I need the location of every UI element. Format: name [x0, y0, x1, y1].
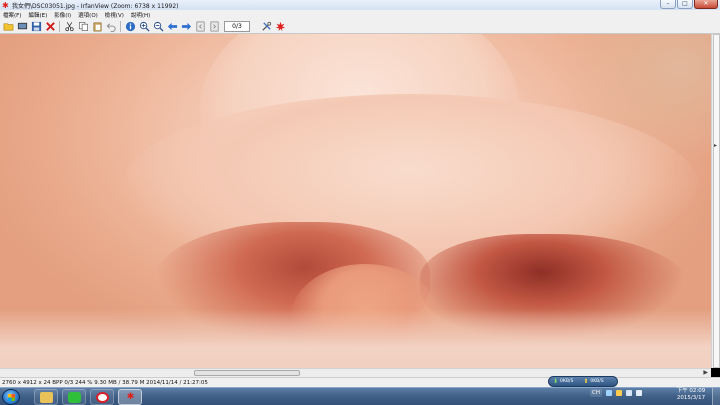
status-text: 2760 x 4912 x 24 BPP 0/3 244 % 9.30 MB /… — [2, 379, 208, 386]
irfanview-logo-icon[interactable] — [274, 20, 286, 32]
zoom-out-icon[interactable] — [152, 20, 164, 32]
title-bar: ✱ 我女們\DSC03051.jpg - IrfanView (Zoom: 67… — [0, 0, 720, 10]
menu-file[interactable]: 檔案(F) — [3, 11, 21, 19]
irfanview-app-icon[interactable]: ✱ — [2, 1, 9, 9]
input-language-indicator[interactable]: CH — [590, 389, 602, 397]
previous-arrow-icon[interactable] — [166, 20, 178, 32]
vertical-scroll-thumb[interactable] — [713, 34, 720, 368]
irfanview-taskbar-icon: ✱ — [126, 392, 135, 402]
download-speed: ⬇ 0KB/S — [553, 378, 573, 385]
horizontal-scroll-thumb[interactable] — [194, 370, 300, 376]
menu-help[interactable]: 說明(H) — [131, 11, 150, 19]
page-number-field[interactable]: 0/3 — [224, 20, 250, 32]
slideshow-icon[interactable] — [16, 20, 28, 32]
folder-icon — [40, 392, 53, 403]
taskbar-app-line[interactable] — [62, 389, 86, 405]
zoom-in-icon[interactable] — [138, 20, 150, 32]
scroll-right-arrow-icon[interactable]: ▶ — [703, 369, 708, 376]
minimize-button[interactable]: – — [660, 0, 676, 9]
vertical-scroll-arrow-icon[interactable]: ▸ — [714, 142, 717, 149]
line-chat-icon — [68, 392, 81, 403]
maximize-button[interactable]: □ — [677, 0, 693, 9]
page-back-icon[interactable] — [194, 20, 206, 32]
toolbar: 0/3 — [0, 19, 720, 34]
menu-options[interactable]: 選項(O) — [78, 11, 98, 19]
taskbar-app-irfanview[interactable]: ✱ — [118, 389, 142, 405]
menu-bar: 檔案(F) 編輯(E) 影像(I) 選項(O) 檢視(V) 說明(H) — [0, 10, 720, 19]
window-title: 我女們\DSC03051.jpg - IrfanView (Zoom: 6738… — [12, 2, 179, 10]
upload-speed-label: 0KB/S — [590, 379, 604, 384]
next-arrow-icon[interactable] — [180, 20, 192, 32]
info-icon[interactable] — [124, 20, 136, 32]
tray-icon-a[interactable] — [605, 390, 612, 396]
tray-icon-b[interactable] — [615, 390, 622, 396]
clock-time: 下午 02:09 — [676, 388, 706, 394]
vertical-scrollbar[interactable]: ▸ — [711, 34, 720, 368]
network-speed-widget[interactable]: ⬇ 0KB/S ⬆ 0KB/S — [548, 376, 618, 387]
settings-tools-icon[interactable] — [260, 20, 272, 32]
save-icon[interactable] — [30, 20, 42, 32]
download-arrow-icon: ⬇ — [553, 378, 559, 385]
page-forward-icon[interactable] — [208, 20, 220, 32]
clock-date: 2015/3/17 — [676, 395, 706, 401]
image-viewport[interactable] — [0, 34, 711, 368]
image-region-upper-lip — [0, 309, 711, 368]
open-folder-icon[interactable] — [2, 20, 14, 32]
volume-icon[interactable] — [635, 390, 642, 396]
opera-browser-icon — [96, 392, 109, 403]
taskbar-app-file-explorer[interactable] — [34, 389, 58, 405]
cut-icon[interactable] — [63, 20, 75, 32]
system-tray: CH — [590, 389, 642, 397]
upload-speed: ⬆ 0KB/S — [583, 378, 603, 385]
close-button[interactable]: ✕ — [694, 0, 718, 9]
network-icon[interactable] — [625, 390, 632, 396]
undo-icon[interactable] — [105, 20, 117, 32]
delete-icon[interactable] — [44, 20, 56, 32]
show-desktop-button[interactable] — [712, 388, 720, 405]
paste-icon[interactable] — [91, 20, 103, 32]
start-button[interactable] — [2, 389, 20, 405]
window-controls: – □ ✕ — [660, 0, 718, 9]
download-speed-label: 0KB/S — [560, 379, 574, 384]
upload-arrow-icon: ⬆ — [583, 378, 589, 385]
menu-edit[interactable]: 編輯(E) — [28, 11, 47, 19]
taskbar-clock[interactable]: 下午 02:09 2015/3/17 — [672, 388, 710, 402]
menu-image[interactable]: 影像(I) — [54, 11, 71, 19]
toolbar-separator — [120, 20, 121, 32]
copy-icon[interactable] — [77, 20, 89, 32]
taskbar-app-opera[interactable] — [90, 389, 114, 405]
toolbar-separator — [59, 20, 60, 32]
menu-view[interactable]: 檢視(V) — [105, 11, 124, 19]
